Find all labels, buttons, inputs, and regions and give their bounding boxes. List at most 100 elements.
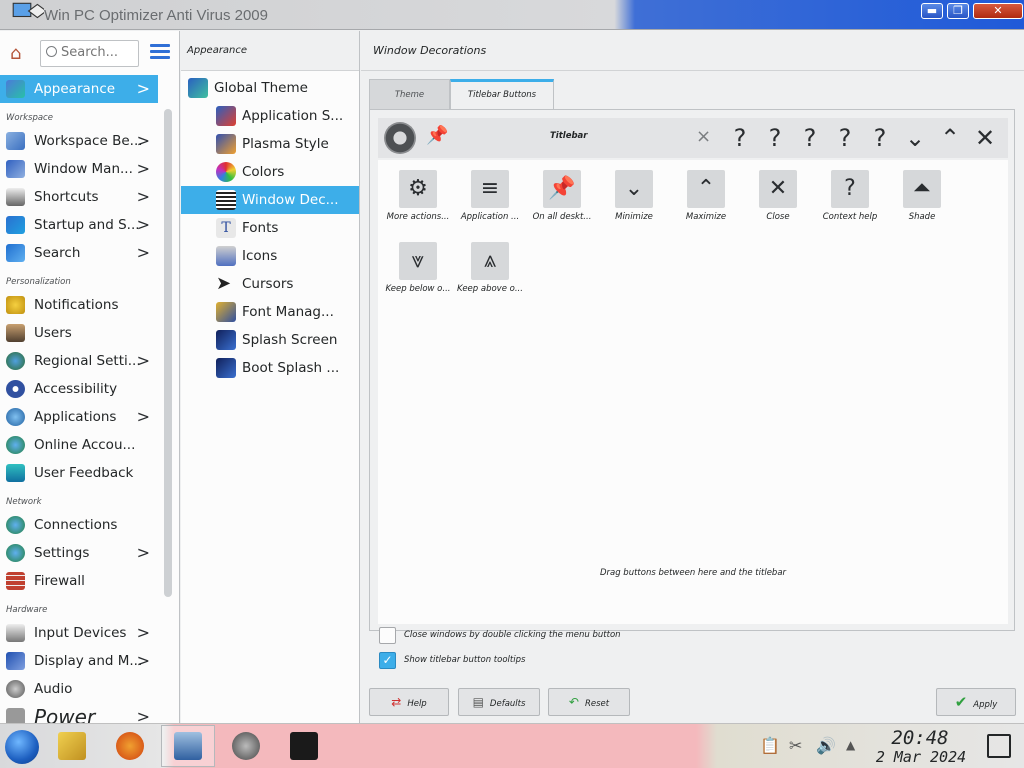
pool-item-maximize[interactable]: ⌃ Maximize (670, 170, 742, 222)
sidebar-item-display[interactable]: Display and M... > (0, 647, 158, 675)
sidebar-item-shortcuts[interactable]: Shortcuts > (0, 183, 158, 211)
help-button-icon[interactable]: ? (728, 123, 752, 153)
sidebar-item-search[interactable]: Search > (0, 239, 158, 267)
category-label: Fonts (242, 220, 279, 236)
category-window-decorations[interactable]: Window Dec... (181, 186, 359, 214)
clock-date[interactable]: 2 Mar 2024 (866, 748, 976, 766)
pool-item-keep-above[interactable]: ⩓ Keep above o... (454, 242, 526, 294)
disk-utility-icon[interactable] (232, 732, 260, 760)
titlebar-buttons-tab-content: 📌 Titlebar × ? ? ? ? ? ⌄ ⌃ ✕ ⚙ More acti… (369, 109, 1015, 631)
scissors-icon[interactable]: ✂ (789, 736, 802, 755)
pin-icon[interactable]: 📌 (426, 125, 448, 146)
sidebar-item-regional-settings[interactable]: Regional Setti... > (0, 347, 158, 375)
minimize-window-button[interactable]: ▬ (921, 3, 943, 19)
category-boot-splash[interactable]: Boot Splash ... (181, 354, 359, 382)
file-manager-icon[interactable] (58, 732, 86, 760)
app-window-icon[interactable] (0, 0, 44, 22)
sidebar-item-label: Workspace Be... (34, 133, 143, 149)
pool-item-application-menu[interactable]: ≡ Application ... (454, 170, 526, 222)
sidebar-item-online-accounts[interactable]: Online Accou... (0, 431, 158, 459)
more-actions-gear-icon[interactable] (384, 122, 416, 154)
close-on-double-click-option[interactable]: Close windows by double clicking the men… (379, 627, 621, 645)
category-plasma-style[interactable]: Plasma Style (181, 130, 359, 158)
search-field[interactable] (40, 40, 139, 67)
category-font-management[interactable]: Font Manag... (181, 298, 359, 326)
chevron-up-icon: ⌃ (687, 170, 725, 208)
sidebar-item-workspace-behavior[interactable]: Workspace Be... > (0, 127, 158, 155)
help-button-icon[interactable]: ? (868, 123, 892, 153)
titlebar-preview[interactable]: 📌 Titlebar × ? ? ? ? ? ⌄ ⌃ ✕ (378, 118, 1008, 158)
apply-button[interactable]: ✔ Apply (936, 688, 1016, 716)
firefox-icon[interactable] (116, 732, 144, 760)
pool-item-context-help[interactable]: ? Context help (814, 170, 886, 222)
category-application-style[interactable]: Application S... (181, 102, 359, 130)
close-on-double-click-checkbox[interactable] (379, 627, 396, 644)
sidebar-item-power[interactable]: Power > (0, 703, 158, 723)
home-icon[interactable]: ⌂ (10, 43, 21, 64)
category-splash-screen[interactable]: Splash Screen (181, 326, 359, 354)
pool-item-on-all-desktops[interactable]: 📌 On all deskt... (526, 170, 598, 222)
pool-item-more-actions[interactable]: ⚙ More actions... (382, 170, 454, 222)
chevron-up-icon[interactable]: ⌃ (938, 123, 962, 153)
maximize-window-button[interactable]: ❐ (947, 3, 969, 19)
sidebar-item-startup[interactable]: Startup and S... > (0, 211, 158, 239)
sidebar-item-connections[interactable]: Connections (0, 511, 158, 539)
question-mark-icon: ? (831, 170, 869, 208)
sidebar-item-audio[interactable]: Audio (0, 675, 158, 703)
remove-icon[interactable]: × (696, 126, 711, 147)
category-global-theme[interactable]: Global Theme (181, 74, 359, 102)
sidebar-item-accessibility[interactable]: Accessibility (0, 375, 158, 403)
help-button-icon[interactable]: ? (763, 123, 787, 153)
reset-icon: ↶ (568, 695, 579, 709)
pool-item-shade[interactable]: ⏶ Shade (886, 170, 958, 222)
pool-item-minimize[interactable]: ⌄ Minimize (598, 170, 670, 222)
dialog-footer: ⇄ Help ▤ Defaults ↶ Reset ✔ Apply (361, 686, 1024, 723)
category-colors[interactable]: Colors (181, 158, 359, 186)
system-settings-icon[interactable] (174, 732, 202, 760)
show-desktop-button[interactable] (987, 734, 1011, 758)
sidebar-item-notifications[interactable]: Notifications (0, 291, 158, 319)
category-icons[interactable]: Icons (181, 242, 359, 270)
tray-expand-icon[interactable]: ▲ (846, 738, 855, 752)
sidebar-item-input-devices[interactable]: Input Devices > (0, 619, 158, 647)
available-buttons-pool[interactable]: ⚙ More actions... ≡ Application ... 📌 On… (378, 160, 1008, 624)
sidebar-item-window-management[interactable]: Window Man... > (0, 155, 158, 183)
window-titlebar[interactable]: Win PC Optimizer Anti Virus 2009 ▬ ❐ ✕ (0, 0, 1024, 30)
help-button-icon[interactable]: ? (798, 123, 822, 153)
tab-titlebar-buttons[interactable]: Titlebar Buttons (450, 79, 554, 109)
close-icon[interactable]: ✕ (973, 123, 997, 153)
clipboard-icon[interactable]: 📋 (760, 736, 780, 755)
show-tooltips-checkbox[interactable]: ✓ (379, 652, 396, 669)
pool-item-close[interactable]: ✕ Close (742, 170, 814, 222)
terminal-icon[interactable] (290, 732, 318, 760)
help-button-icon[interactable]: ? (833, 123, 857, 153)
sidebar-item-label: Display and M... (34, 653, 143, 669)
hamburger-menu-button[interactable] (150, 44, 170, 60)
sidebar-item-firewall[interactable]: Firewall (0, 567, 158, 595)
settings-sidebar: ⌂ Appearance > Workspace Workspace Be...… (0, 31, 180, 723)
accessibility-icon (6, 380, 25, 398)
show-tooltips-option[interactable]: ✓ Show titlebar button tooltips (379, 652, 525, 670)
pool-item-keep-below[interactable]: ⩔ Keep below o... (382, 242, 454, 294)
volume-icon[interactable]: 🔊 (816, 736, 836, 755)
sidebar-item-appearance[interactable]: Appearance > (0, 75, 158, 103)
clock-time[interactable]: 20:48 (880, 728, 960, 748)
sidebar-item-label: Applications (34, 409, 117, 425)
sidebar-item-settings[interactable]: Settings > (0, 539, 158, 567)
sidebar-item-user-feedback[interactable]: User Feedback (0, 459, 158, 487)
help-button[interactable]: ⇄ Help (369, 688, 449, 716)
close-window-button[interactable]: ✕ (973, 3, 1023, 19)
keep-above-icon: ⩓ (471, 242, 509, 280)
category-cursors[interactable]: ➤ Cursors (181, 270, 359, 298)
chevron-down-icon[interactable]: ⌄ (903, 123, 927, 153)
sidebar-scrollbar[interactable] (164, 109, 172, 597)
start-menu-button[interactable] (5, 730, 39, 764)
sidebar-item-users[interactable]: Users (0, 319, 158, 347)
defaults-button[interactable]: ▤ Defaults (458, 688, 540, 716)
speaker-icon (6, 680, 25, 698)
category-fonts[interactable]: T Fonts (181, 214, 359, 242)
tab-theme[interactable]: Theme (369, 79, 450, 109)
search-input[interactable] (61, 45, 137, 60)
reset-button[interactable]: ↶ Reset (548, 688, 630, 716)
sidebar-item-applications[interactable]: Applications > (0, 403, 158, 431)
